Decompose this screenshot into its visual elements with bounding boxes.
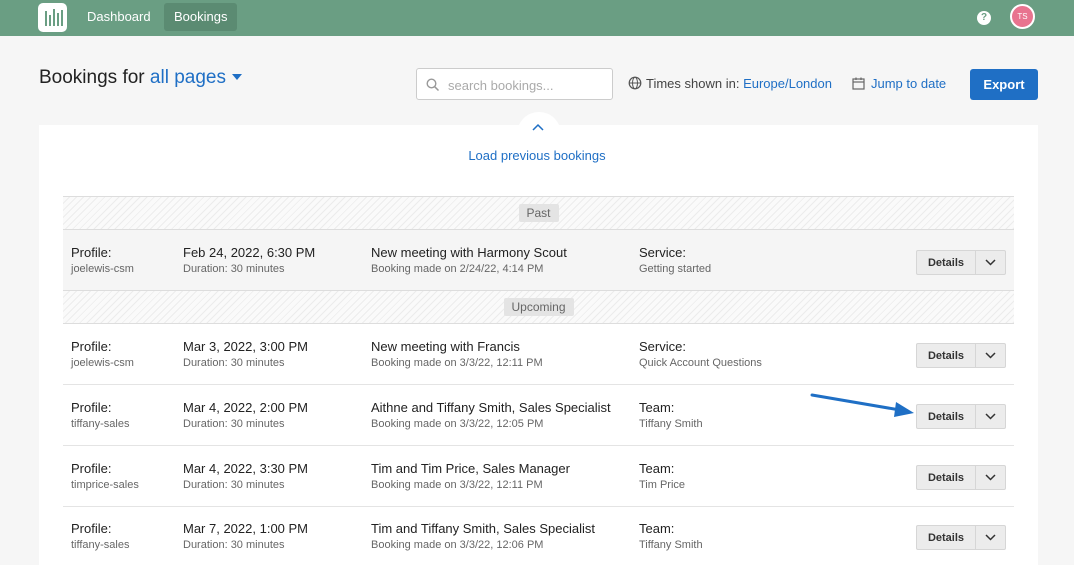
booking-kind-value: Tiffany Smith bbox=[639, 418, 703, 430]
app-logo[interactable] bbox=[38, 3, 67, 32]
search-icon bbox=[426, 78, 440, 92]
profile-label: Profile: bbox=[71, 339, 112, 354]
booking-row: Profile: tiffany-sales Mar 7, 2022, 1:00 … bbox=[63, 507, 1014, 565]
profile-label: Profile: bbox=[71, 245, 112, 260]
booking-actions: Details bbox=[916, 404, 1006, 429]
booking-datetime: Feb 24, 2022, 6:30 PM bbox=[183, 245, 316, 260]
section-label-past: Past bbox=[518, 204, 559, 222]
booking-title: New meeting with Harmony Scout bbox=[371, 245, 567, 260]
details-button[interactable]: Details bbox=[917, 466, 976, 489]
section-label-upcoming: Upcoming bbox=[503, 298, 574, 316]
nav-bookings[interactable]: Bookings bbox=[164, 3, 238, 31]
section-separator-past: Past bbox=[63, 196, 1014, 230]
booking-menu-button[interactable] bbox=[976, 466, 1005, 489]
booking-duration: Duration: 30 minutes bbox=[183, 479, 285, 491]
search-box[interactable] bbox=[416, 68, 613, 100]
booking-title: Aithne and Tiffany Smith, Sales Speciali… bbox=[371, 400, 611, 415]
timezone-link[interactable]: Europe/London bbox=[743, 76, 832, 91]
booking-datetime: Mar 4, 2022, 2:00 PM bbox=[183, 400, 309, 415]
export-button[interactable]: Export bbox=[970, 69, 1038, 100]
search-input[interactable] bbox=[448, 75, 608, 95]
chevron-down-icon bbox=[985, 413, 996, 420]
booking-duration: Duration: 30 minutes bbox=[183, 263, 285, 275]
details-button[interactable]: Details bbox=[917, 405, 976, 428]
booking-title: New meeting with Francis bbox=[371, 339, 520, 354]
profile-name: tiffany-sales bbox=[71, 539, 130, 551]
profile-name: joelewis-csm bbox=[71, 357, 134, 369]
scope-selector[interactable]: all pages bbox=[150, 67, 242, 88]
booking-made-date: Booking made on 3/3/22, 12:11 PM bbox=[371, 357, 543, 369]
user-avatar[interactable]: TS bbox=[1010, 4, 1035, 29]
chevron-down-icon bbox=[985, 474, 996, 481]
booking-made-date: Booking made on 3/3/22, 12:06 PM bbox=[371, 539, 544, 551]
details-button[interactable]: Details bbox=[917, 526, 976, 549]
booking-kind-label: Service: bbox=[639, 339, 686, 354]
booking-kind-value: Tim Price bbox=[639, 479, 686, 491]
booking-actions: Details bbox=[916, 343, 1006, 368]
profile-name: tiffany-sales bbox=[71, 418, 130, 430]
booking-actions: Details bbox=[916, 525, 1006, 550]
booking-menu-button[interactable] bbox=[976, 251, 1005, 274]
profile-name: timprice-sales bbox=[71, 479, 139, 491]
booking-actions: Details bbox=[916, 465, 1006, 490]
load-previous-bookings-link[interactable]: Load previous bookings bbox=[0, 148, 1074, 163]
booking-made-date: Booking made on 3/3/22, 12:05 PM bbox=[371, 418, 544, 430]
booking-made-date: Booking made on 3/3/22, 12:11 PM bbox=[371, 479, 543, 491]
chevron-down-icon bbox=[985, 259, 996, 266]
booking-menu-button[interactable] bbox=[976, 344, 1005, 367]
profile-label: Profile: bbox=[71, 461, 112, 476]
booking-kind-label: Team: bbox=[639, 521, 675, 536]
booking-row: Profile: timprice-sales Mar 4, 2022, 3:30… bbox=[63, 446, 1014, 507]
nav-dashboard[interactable]: Dashboard bbox=[77, 3, 161, 31]
booking-made-date: Booking made on 2/24/22, 4:14 PM bbox=[371, 263, 544, 275]
top-nav-bar: Dashboard Bookings ? TS bbox=[0, 0, 1074, 36]
booking-row: Profile: joelewis-csm Mar 3, 2022, 3:00 P… bbox=[63, 324, 1014, 385]
booking-datetime: Mar 3, 2022, 3:00 PM bbox=[183, 339, 309, 354]
annotation-arrow-icon bbox=[810, 393, 914, 417]
profile-label: Profile: bbox=[71, 400, 112, 415]
calendar-icon bbox=[852, 77, 865, 90]
booking-actions: Details bbox=[916, 250, 1006, 275]
profile-label: Profile: bbox=[71, 521, 112, 536]
booking-duration: Duration: 30 minutes bbox=[183, 418, 285, 430]
details-button[interactable]: Details bbox=[917, 251, 976, 274]
timezone-display: Times shown in: Europe/London bbox=[628, 76, 832, 91]
booking-kind-label: Service: bbox=[639, 245, 686, 260]
booking-kind-value: Quick Account Questions bbox=[639, 357, 762, 369]
page-title-prefix: Bookings for bbox=[39, 67, 145, 88]
booking-row: Profile: joelewis-csm Feb 24, 2022, 6:30 … bbox=[63, 230, 1014, 291]
booking-datetime: Mar 4, 2022, 3:30 PM bbox=[183, 461, 309, 476]
section-separator-upcoming: Upcoming bbox=[63, 290, 1014, 324]
page-title: Bookings for all pages bbox=[39, 67, 242, 89]
booking-duration: Duration: 30 minutes bbox=[183, 357, 285, 369]
booking-kind-value: Tiffany Smith bbox=[639, 539, 703, 551]
chevron-down-icon bbox=[985, 352, 996, 359]
booking-title: Tim and Tiffany Smith, Sales Specialist bbox=[371, 521, 595, 536]
booking-datetime: Mar 7, 2022, 1:00 PM bbox=[183, 521, 309, 536]
booking-kind-label: Team: bbox=[639, 400, 675, 415]
jump-to-date[interactable]: Jump to date bbox=[852, 76, 946, 91]
booking-menu-button[interactable] bbox=[976, 526, 1005, 549]
booking-kind-label: Team: bbox=[639, 461, 675, 476]
booking-menu-button[interactable] bbox=[976, 405, 1005, 428]
booking-kind-value: Getting started bbox=[639, 263, 712, 275]
chevron-up-icon[interactable] bbox=[531, 122, 545, 132]
chevron-down-icon bbox=[985, 534, 996, 541]
jump-to-date-label: Jump to date bbox=[871, 76, 947, 91]
caret-down-icon bbox=[231, 74, 242, 80]
timezone-label: Times shown in: bbox=[646, 76, 740, 91]
details-button[interactable]: Details bbox=[917, 344, 976, 367]
profile-name: joelewis-csm bbox=[71, 263, 134, 275]
scope-label: all pages bbox=[149, 67, 226, 88]
booking-title: Tim and Tim Price, Sales Manager bbox=[371, 461, 570, 476]
globe-icon bbox=[628, 76, 642, 90]
help-icon[interactable]: ? bbox=[977, 11, 991, 25]
booking-duration: Duration: 30 minutes bbox=[183, 539, 285, 551]
